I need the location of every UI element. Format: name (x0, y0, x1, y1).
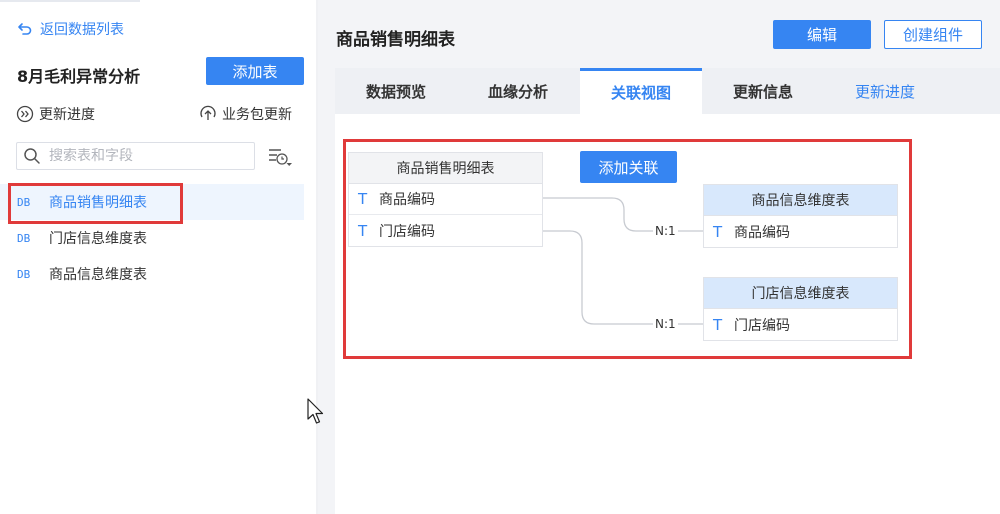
table-item-product-dim[interactable]: DB 商品信息维度表 (0, 256, 304, 292)
search-input[interactable] (49, 148, 239, 164)
tab-update-info[interactable]: 更新信息 (702, 68, 824, 114)
highlight-box-diagram (343, 139, 912, 359)
db-tag: DB (17, 231, 31, 245)
back-to-data-list-link[interactable]: 返回数据列表 (16, 18, 124, 40)
table-item-store-dim[interactable]: DB 门店信息维度表 (0, 220, 304, 256)
left-panel: 返回数据列表 8月毛利异常分析 添加表 更新进度 业务包更新 DB 商品销售明细 (0, 0, 316, 514)
back-label: 返回数据列表 (40, 22, 124, 38)
tab-data-preview[interactable]: 数据预览 (335, 68, 457, 114)
edit-button[interactable]: 编辑 (773, 20, 871, 49)
top-divider (0, 0, 140, 2)
update-progress-label: 更新进度 (39, 107, 95, 123)
table-item-label: 商品信息维度表 (49, 267, 147, 283)
package-update-label: 业务包更新 (222, 107, 292, 123)
create-component-button[interactable]: 创建组件 (884, 20, 982, 49)
filter-clock-icon[interactable] (267, 146, 293, 168)
tab-bar: 数据预览 血缘分析 关联视图 更新信息 更新进度 (335, 68, 1000, 114)
table-item-label: 门店信息维度表 (49, 231, 147, 247)
update-progress-button[interactable]: 更新进度 (16, 104, 95, 124)
tab-lineage-analysis[interactable]: 血缘分析 (457, 68, 579, 114)
db-tag: DB (17, 267, 31, 281)
package-update-button[interactable]: 业务包更新 (199, 104, 292, 124)
search-icon (24, 148, 40, 164)
tab-relation-view[interactable]: 关联视图 (580, 68, 702, 114)
page-title: 商品销售明细表 (336, 30, 455, 50)
highlight-box-selected-table (8, 183, 183, 224)
double-chevron-circle-icon (16, 105, 34, 123)
search-box[interactable] (16, 142, 255, 170)
mouse-pointer-icon (307, 398, 324, 424)
back-arrow-icon (18, 23, 32, 35)
add-table-button[interactable]: 添加表 (206, 57, 304, 85)
package-title: 8月毛利异常分析 (17, 67, 141, 86)
upload-circle-icon (200, 105, 216, 120)
tab-update-progress[interactable]: 更新进度 (824, 68, 946, 114)
